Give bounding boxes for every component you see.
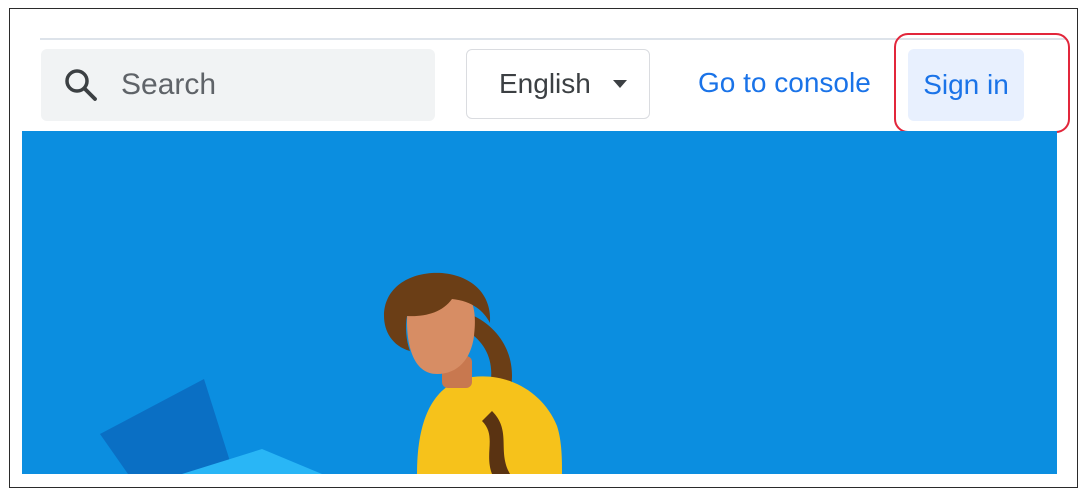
hero-illustration <box>22 131 1057 474</box>
caret-down-icon <box>612 80 627 88</box>
sign-in-button[interactable]: Sign in <box>908 49 1024 121</box>
search-input[interactable]: Search <box>121 68 216 102</box>
language-selector[interactable]: English <box>466 49 650 119</box>
search-box[interactable]: Search <box>41 49 435 121</box>
search-icon[interactable] <box>61 65 101 105</box>
language-selected-label: English <box>499 68 591 99</box>
hero-banner <box>22 131 1057 474</box>
page-frame: Search English Go to console Sign in <box>9 8 1078 488</box>
go-to-console-link[interactable]: Go to console <box>698 67 871 99</box>
